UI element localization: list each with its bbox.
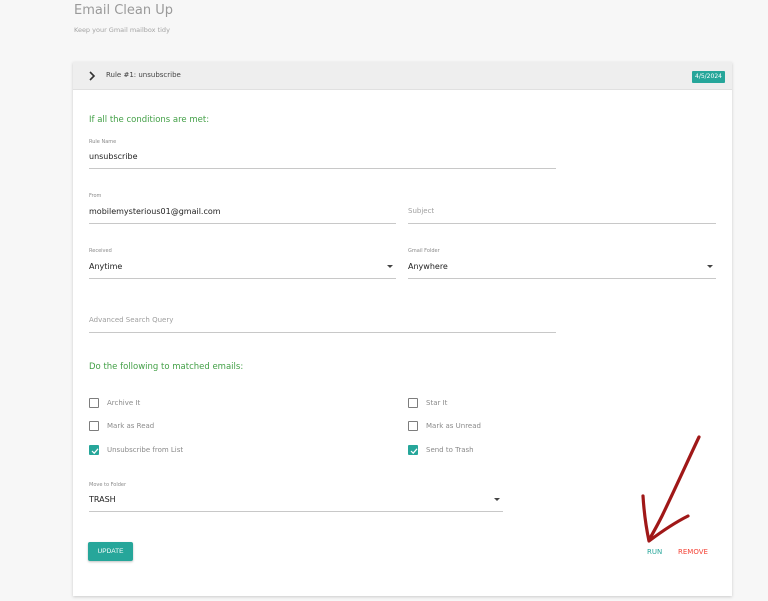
move-to-folder-label: Move to Folder (89, 482, 127, 488)
remove-button[interactable]: REMOVE (678, 548, 708, 556)
rule-name-label: Rule Name (89, 139, 117, 145)
received-select[interactable]: Received Anytime (89, 248, 396, 279)
mark-read-checkbox[interactable] (89, 421, 99, 431)
rule-title: Rule #1: unsubscribe (106, 71, 181, 79)
rule-name-field[interactable]: Rule Name unsubscribe (89, 139, 556, 169)
rule-card: Rule #1: unsubscribe 4/5/2024 If all the… (73, 62, 732, 596)
gmail-folder-value: Anywhere (408, 262, 448, 271)
mark-read-label: Mark as Read (107, 422, 155, 430)
from-field[interactable]: From mobilemysterious01@gmail.com (89, 193, 396, 224)
app-title: Email Clean Up (74, 3, 173, 18)
caret-down-icon[interactable] (707, 265, 713, 268)
move-to-folder-value: TRASH (89, 495, 116, 504)
send-trash-checkbox[interactable] (408, 445, 418, 455)
date-badge: 4/5/2024 (692, 71, 725, 83)
gmail-folder-label: Gmail Folder (408, 248, 440, 254)
unsubscribe-checkbox[interactable] (89, 445, 99, 455)
caret-down-icon[interactable] (387, 265, 393, 268)
received-label: Received (89, 248, 112, 254)
checkmark-icon (91, 448, 99, 455)
checkmark-icon (410, 448, 418, 455)
chevron-right-icon[interactable] (87, 70, 97, 82)
star-checkbox[interactable] (408, 398, 418, 408)
mark-unread-checkbox[interactable] (408, 421, 418, 431)
star-label: Star It (426, 399, 448, 407)
archive-label: Archive It (107, 399, 141, 407)
mark-unread-label: Mark as Unread (426, 422, 481, 430)
gmail-folder-select[interactable]: Gmail Folder Anywhere (408, 248, 716, 279)
send-trash-label: Send to Trash (426, 446, 474, 454)
from-value: mobilemysterious01@gmail.com (89, 207, 221, 216)
update-button[interactable]: UPDATE (88, 542, 133, 561)
conditions-heading: If all the conditions are met: (89, 115, 210, 125)
rule-card-header[interactable]: Rule #1: unsubscribe 4/5/2024 (73, 62, 732, 90)
subject-placeholder: Subject (408, 207, 435, 215)
subject-field[interactable]: Subject (408, 193, 716, 224)
received-value: Anytime (89, 262, 123, 271)
rule-name-value: unsubscribe (89, 152, 138, 161)
archive-checkbox[interactable] (89, 398, 99, 408)
from-label: From (89, 193, 102, 199)
move-to-folder-select[interactable]: Move to Folder TRASH (89, 482, 503, 512)
unsubscribe-label: Unsubscribe from List (107, 446, 184, 454)
actions-heading: Do the following to matched emails: (89, 362, 244, 372)
caret-down-icon[interactable] (494, 498, 500, 501)
advanced-query-placeholder: Advanced Search Query (89, 316, 174, 324)
advanced-query-field[interactable]: Advanced Search Query (89, 312, 556, 333)
run-button[interactable]: RUN (647, 548, 662, 556)
app-subtitle: Keep your Gmail mailbox tidy (74, 26, 170, 34)
